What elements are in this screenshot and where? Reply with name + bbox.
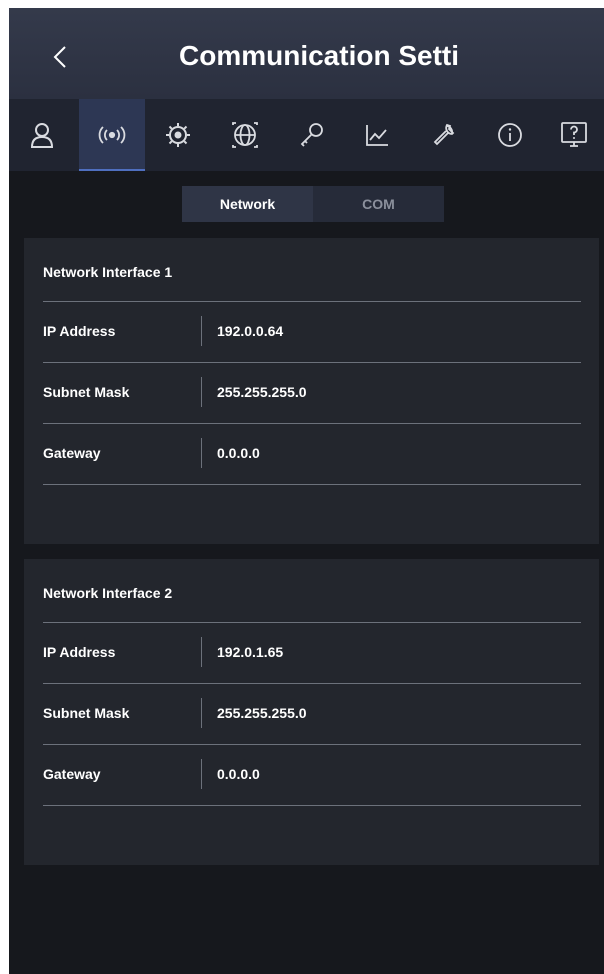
field-label: IP Address (43, 323, 116, 339)
divider (43, 744, 581, 745)
network-interface-1-panel: Network Interface 1 IP Address 192.0.0.6… (24, 238, 599, 544)
network-interface-2-panel: Network Interface 2 IP Address 192.0.1.6… (24, 559, 599, 865)
field-label: IP Address (43, 644, 116, 660)
wrench-icon (433, 123, 455, 146)
page-title: Communication Setti (179, 40, 460, 71)
gear-icon (166, 123, 190, 147)
field-value: 255.255.255.0 (217, 705, 307, 721)
category-tab-bar (9, 99, 604, 171)
field-value: 255.255.255.0 (217, 384, 307, 400)
back-button[interactable] (47, 42, 73, 72)
tab-network-globe[interactable] (212, 99, 278, 171)
column-separator (201, 637, 202, 667)
divider (43, 423, 581, 424)
globe-icon (232, 122, 258, 148)
user-icon (30, 123, 54, 148)
field-label: Gateway (43, 766, 101, 782)
tab-user[interactable] (9, 99, 75, 171)
help-monitor-icon (561, 122, 587, 147)
ip-address-row[interactable]: IP Address 192.0.0.64 (43, 301, 581, 361)
gateway-row[interactable]: Gateway 0.0.0.0 (43, 744, 581, 804)
tab-network[interactable]: Network (182, 186, 313, 222)
wireless-signal-icon (98, 126, 126, 144)
divider (43, 683, 581, 684)
column-separator (201, 698, 202, 728)
sub-tab-switcher: Network COM (182, 186, 444, 222)
divider (43, 301, 581, 302)
tab-settings[interactable] (145, 99, 211, 171)
ip-address-row[interactable]: IP Address 192.0.1.65 (43, 622, 581, 682)
tab-help[interactable] (541, 99, 604, 171)
line-chart-icon (366, 125, 388, 146)
column-separator (201, 759, 202, 789)
header-bar: Communication Setti (9, 8, 604, 99)
column-separator (201, 377, 202, 407)
divider (43, 622, 581, 623)
panel-title: Network Interface 1 (43, 264, 173, 280)
divider (43, 484, 581, 485)
field-value: 192.0.0.64 (217, 323, 284, 339)
chevron-left-icon (53, 46, 66, 68)
tab-info[interactable] (477, 99, 543, 171)
tab-statistics[interactable] (344, 99, 410, 171)
field-value: 192.0.1.65 (217, 644, 284, 660)
divider (43, 362, 581, 363)
column-separator (201, 316, 202, 346)
key-icon (300, 123, 323, 147)
tab-maintenance[interactable] (411, 99, 477, 171)
panel-title: Network Interface 2 (43, 585, 173, 601)
field-label: Subnet Mask (43, 705, 130, 721)
info-icon (498, 123, 522, 147)
field-value: 0.0.0.0 (217, 766, 260, 782)
tab-communication[interactable] (79, 99, 145, 171)
tab-com[interactable]: COM (313, 186, 444, 222)
tab-security[interactable] (278, 99, 344, 171)
divider (43, 805, 581, 806)
subnet-mask-row[interactable]: Subnet Mask 255.255.255.0 (43, 683, 581, 743)
app-screen: Communication Setti Network COM Network … (9, 8, 604, 974)
gateway-row[interactable]: Gateway 0.0.0.0 (43, 423, 581, 483)
column-separator (201, 438, 202, 468)
field-value: 0.0.0.0 (217, 445, 260, 461)
field-label: Gateway (43, 445, 101, 461)
field-label: Subnet Mask (43, 384, 130, 400)
subnet-mask-row[interactable]: Subnet Mask 255.255.255.0 (43, 362, 581, 422)
